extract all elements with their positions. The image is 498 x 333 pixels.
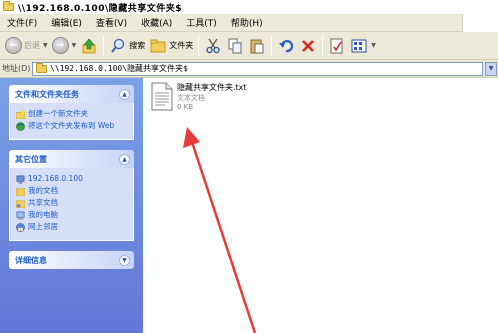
folders-icon xyxy=(149,37,167,55)
views-button[interactable]: ▼ xyxy=(348,34,378,58)
task-new-folder[interactable]: 创建一个新文件夹 xyxy=(16,109,129,119)
folders-button[interactable]: 文件夹 xyxy=(147,34,195,58)
file-folder-tasks-panel: 文件和文件夹任务 ▲ 创建一个新文件夹 将这个文件夹发布到 Web xyxy=(9,85,134,140)
place-my-documents[interactable]: 我的文档 xyxy=(16,186,129,196)
explorer-window: \\192.168.0.100\隐藏共享文件夹$ 文件(F) 编辑(E) 查看(… xyxy=(0,0,498,333)
my-computer-icon xyxy=(16,211,25,220)
title-bar: \\192.168.0.100\隐藏共享文件夹$ xyxy=(0,0,498,14)
delete-button[interactable] xyxy=(297,34,319,58)
collapse-chevron-icon[interactable]: ▲ xyxy=(119,88,130,100)
file-size: 0 KB xyxy=(177,103,194,111)
address-label: 地址(D) xyxy=(2,64,31,73)
panel-title: 其它位置 xyxy=(15,154,47,164)
properties-icon xyxy=(328,37,346,55)
panel-title: 文件和文件夹任务 xyxy=(15,89,79,99)
collapse-chevron-icon[interactable]: ▲ xyxy=(119,153,130,165)
network-places-icon xyxy=(16,223,25,232)
paste-icon xyxy=(248,37,266,55)
other-places-panel: 其它位置 ▲ 192.168.0.100 我的文档 共享文档 我的电脑 网上邻居 xyxy=(9,150,134,241)
file-info: 隐藏共享文件夹.txt 文本文档 0 KB xyxy=(177,82,247,111)
place-shared-documents[interactable]: 共享文档 xyxy=(16,198,129,208)
place-label: 192.168.0.100 xyxy=(28,174,83,183)
search-icon xyxy=(109,37,127,55)
menu-edit[interactable]: 编辑(E) xyxy=(44,16,89,29)
network-folder-icon xyxy=(36,62,47,73)
panel-header[interactable]: 详细信息 ▼ xyxy=(9,251,134,269)
undo-icon xyxy=(277,37,295,55)
task-pane: 文件和文件夹任务 ▲ 创建一个新文件夹 将这个文件夹发布到 Web 其它位置 ▲ xyxy=(0,78,143,333)
search-label: 搜索 xyxy=(129,41,146,50)
address-input[interactable]: \\192.168.0.100\隐藏共享文件夹$ xyxy=(32,61,483,76)
folders-label: 文件夹 xyxy=(169,41,194,50)
toolbar-separator xyxy=(198,35,200,56)
place-label: 我的电脑 xyxy=(28,210,58,219)
panel-header[interactable]: 文件和文件夹任务 ▲ xyxy=(9,85,134,103)
back-button[interactable]: ← 后退 ▼ xyxy=(3,34,50,58)
place-my-computer[interactable]: 我的电脑 xyxy=(16,210,129,220)
copy-button[interactable] xyxy=(224,34,246,58)
panel-title: 详细信息 xyxy=(15,255,47,265)
details-panel: 详细信息 ▼ xyxy=(9,251,134,269)
up-arrow-icon xyxy=(80,37,98,55)
documents-folder-icon xyxy=(16,188,25,196)
computer-icon xyxy=(16,175,25,184)
place-network-host[interactable]: 192.168.0.100 xyxy=(16,174,129,184)
menu-view[interactable]: 查看(V) xyxy=(89,16,134,29)
toolbar-separator xyxy=(322,35,324,56)
forward-button[interactable]: → ▼ xyxy=(50,34,79,58)
file-type: 文本文档 xyxy=(177,94,205,102)
new-folder-icon xyxy=(16,110,25,119)
menu-help[interactable]: 帮助(H) xyxy=(224,16,270,29)
back-label: 后退 xyxy=(24,41,40,50)
menu-tools[interactable]: 工具(T) xyxy=(179,16,224,29)
panel-body: 192.168.0.100 我的文档 共享文档 我的电脑 网上邻居 xyxy=(9,168,134,241)
place-label: 共享文档 xyxy=(28,198,58,207)
back-arrow-icon: ← xyxy=(5,37,22,54)
menu-favorites[interactable]: 收藏(A) xyxy=(134,16,179,29)
globe-icon xyxy=(16,122,25,131)
place-label: 我的文档 xyxy=(28,186,58,195)
task-label: 创建一个新文件夹 xyxy=(28,109,88,118)
expand-chevron-icon[interactable]: ▼ xyxy=(119,254,130,266)
address-bar: 地址(D) \\192.168.0.100\隐藏共享文件夹$ ▼ xyxy=(0,60,498,78)
menu-file[interactable]: 文件(F) xyxy=(0,16,44,29)
menu-bar: 文件(F) 编辑(E) 查看(V) 收藏(A) 工具(T) 帮助(H) xyxy=(0,13,498,32)
folder-icon xyxy=(3,1,14,11)
shared-folder-icon xyxy=(16,200,25,208)
file-name: 隐藏共享文件夹.txt xyxy=(177,83,247,92)
undo-button[interactable] xyxy=(275,34,297,58)
file-list: 隐藏共享文件夹.txt 文本文档 0 KB xyxy=(143,78,498,333)
address-text: \\192.168.0.100\隐藏共享文件夹$ xyxy=(50,64,188,73)
properties-button[interactable] xyxy=(326,34,348,58)
panel-body: 创建一个新文件夹 将这个文件夹发布到 Web xyxy=(9,103,134,140)
delete-x-icon xyxy=(299,37,317,55)
task-label: 将这个文件夹发布到 Web xyxy=(28,121,115,130)
forward-arrow-icon: → xyxy=(51,37,69,54)
toolbar: ← 后退 ▼ → ▼ 搜索 文件夹 ▼ xyxy=(0,32,498,60)
copy-icon xyxy=(226,37,244,55)
panel-header[interactable]: 其它位置 ▲ xyxy=(9,150,134,168)
views-icon xyxy=(350,37,368,55)
place-network-places[interactable]: 网上邻居 xyxy=(16,222,129,232)
dropdown-arrow-icon[interactable]: ▼ xyxy=(371,42,376,49)
search-button[interactable]: 搜索 xyxy=(107,34,147,58)
dropdown-arrow-icon[interactable]: ▼ xyxy=(72,42,77,49)
up-folder-button[interactable] xyxy=(78,34,100,58)
task-publish-web[interactable]: 将这个文件夹发布到 Web xyxy=(16,121,129,131)
toolbar-separator xyxy=(271,35,273,56)
windows-logo-area xyxy=(462,13,498,32)
toolbar-separator xyxy=(103,35,105,56)
file-item[interactable]: 隐藏共享文件夹.txt 文本文档 0 KB xyxy=(151,82,247,111)
address-dropdown-icon[interactable]: ▼ xyxy=(485,61,497,76)
cut-button[interactable] xyxy=(202,34,224,58)
place-label: 网上邻居 xyxy=(28,222,58,231)
window-title: \\192.168.0.100\隐藏共享文件夹$ xyxy=(18,3,183,14)
paste-button[interactable] xyxy=(246,34,268,58)
text-file-icon xyxy=(151,82,173,111)
dropdown-arrow-icon[interactable]: ▼ xyxy=(43,42,48,49)
scissors-icon xyxy=(204,37,222,55)
